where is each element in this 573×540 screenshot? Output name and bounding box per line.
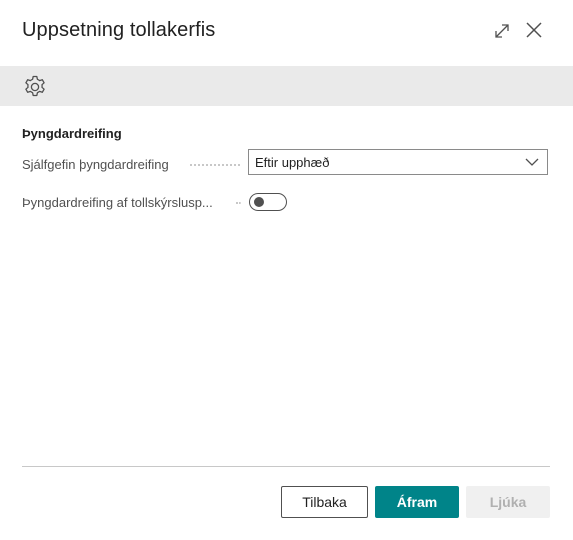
finish-button[interactable]: Ljúka — [466, 486, 550, 518]
action-toolbar — [0, 66, 573, 106]
setup-dialog: Uppsetning tollakerfis Þyngdardreifing S… — [0, 0, 573, 540]
customs-lines-distribution-label: Þyngdardreifing af tollskýrslusp... — [22, 195, 213, 210]
expand-diagonal-icon — [495, 24, 509, 38]
field-leader-dots — [190, 163, 240, 166]
footer-divider — [22, 466, 550, 467]
customs-lines-distribution-toggle[interactable] — [249, 193, 287, 211]
expand-button[interactable] — [490, 19, 514, 43]
default-distribution-label: Sjálfgefin þyngdardreifing — [22, 157, 169, 172]
next-button[interactable]: Áfram — [375, 486, 459, 518]
default-distribution-select[interactable]: Eftir upphæð — [248, 149, 548, 175]
back-button[interactable]: Tilbaka — [281, 486, 368, 518]
close-button[interactable] — [522, 18, 546, 42]
close-icon — [526, 22, 542, 38]
field-leader-dots — [236, 201, 241, 204]
section-title: Þyngdardreifing — [22, 126, 122, 141]
dialog-title: Uppsetning tollakerfis — [22, 19, 216, 41]
gear-icon — [25, 75, 45, 97]
default-distribution-value: Eftir upphæð — [255, 155, 330, 170]
toggle-knob — [254, 197, 264, 207]
settings-button[interactable] — [22, 74, 48, 100]
chevron-down-icon — [525, 158, 539, 166]
